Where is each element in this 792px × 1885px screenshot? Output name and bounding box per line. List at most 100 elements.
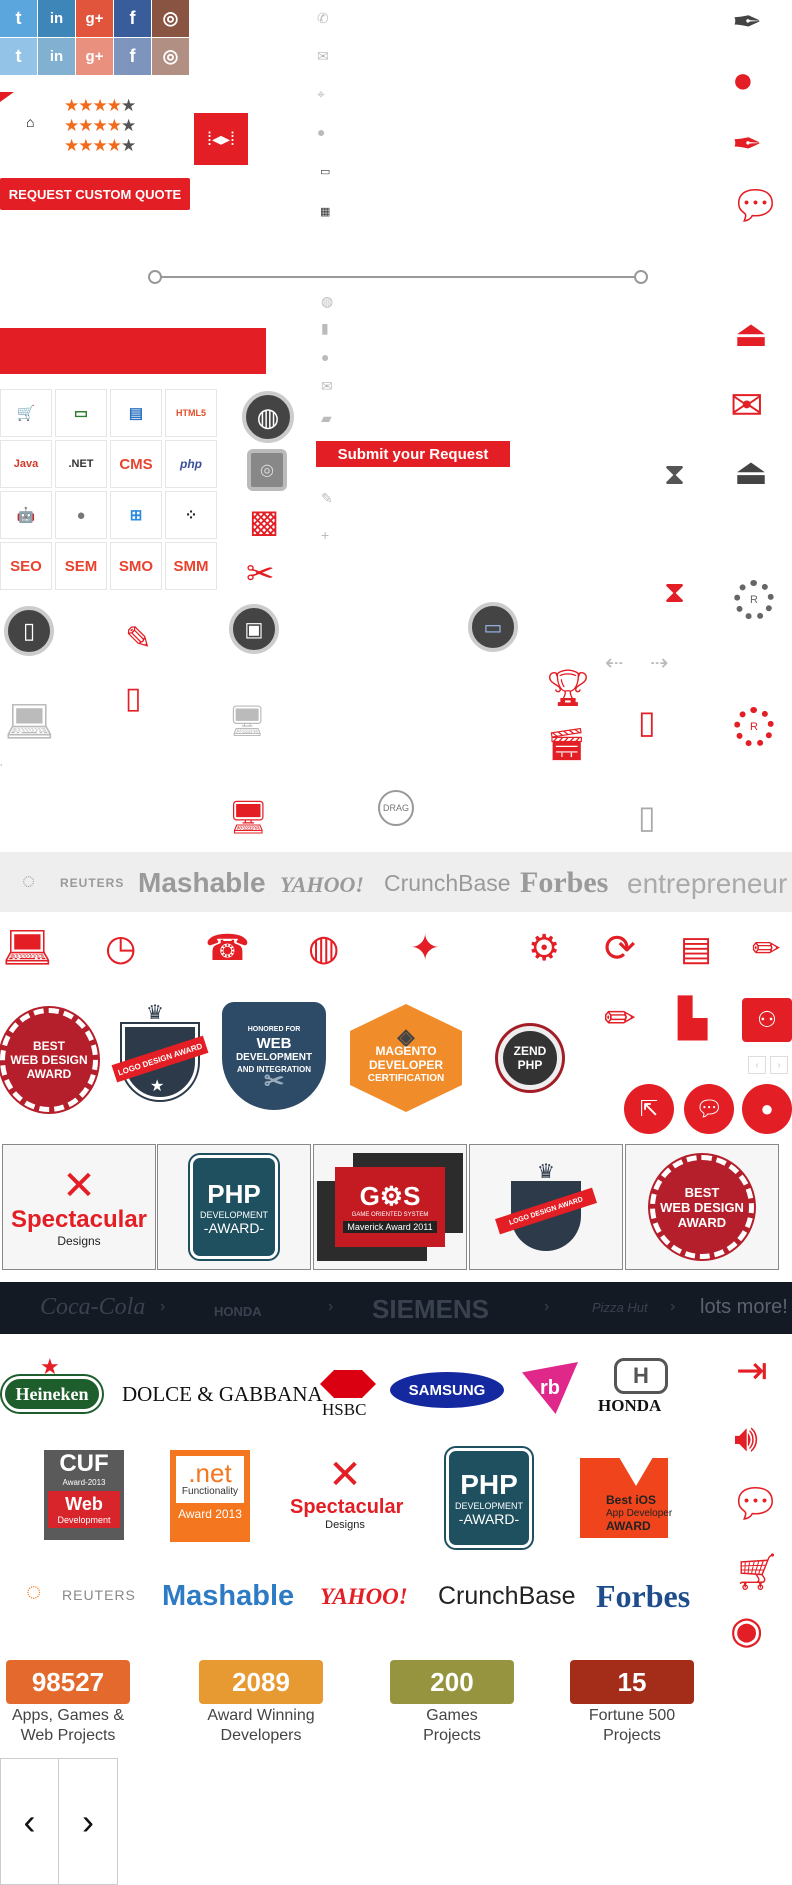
- user-icon: ●: [317, 124, 326, 140]
- design-tools-icon: ✏: [604, 998, 636, 1040]
- red-banner: [0, 328, 266, 374]
- chat-icon[interactable]: 💬︎: [684, 1084, 734, 1134]
- pen-tool-red-icon: ✒: [732, 123, 763, 164]
- globe-icon: ◍: [321, 293, 334, 309]
- drag-handle[interactable]: DRAG: [378, 790, 414, 826]
- stat-developers-value: 2089: [199, 1660, 323, 1704]
- monitor-edit-icon: ▭: [468, 602, 518, 652]
- facebook-icon[interactable]: f: [114, 0, 151, 37]
- design-tools-icon: ✏: [752, 930, 781, 968]
- trophy-icon: 🏆︎: [545, 667, 591, 708]
- instagram-icon[interactable]: ◎: [152, 0, 189, 37]
- apple-icon: ●: [55, 491, 107, 539]
- twitter-icon[interactable]: t: [0, 38, 37, 75]
- submit-request-button[interactable]: Submit your Request: [316, 441, 510, 467]
- news-icon: ▤: [110, 389, 162, 437]
- reuters-icon: ◌: [22, 868, 36, 893]
- prev-small-button[interactable]: ‹: [748, 1056, 766, 1074]
- ios-award-logo: Best iOS App Developer AWARD: [580, 1452, 672, 1538]
- hsbc-logo: HSBC: [322, 1400, 367, 1419]
- edit-icon: ✎: [321, 490, 333, 506]
- range-slider[interactable]: [148, 270, 648, 284]
- lots-more-label[interactable]: lots more!: [700, 1296, 788, 1319]
- laptop-code-icon: 💻︎: [2, 926, 53, 970]
- home-icon: ⌂: [26, 114, 35, 130]
- mail-icon: ✉: [321, 378, 333, 394]
- share-icon[interactable]: ⇱: [624, 1084, 674, 1134]
- googleplus-icon[interactable]: g+: [76, 38, 113, 75]
- logo-design-award-badge: ♛ LOGO DESIGN AWARD ★: [111, 1000, 209, 1110]
- best-web-design-award-box: BEST WEB DESIGN AWARD: [625, 1144, 779, 1270]
- heineken-logo: Heineken: [2, 1376, 102, 1412]
- request-quote-button[interactable]: REQUEST CUSTOM QUOTE: [0, 178, 190, 210]
- stat-fortune-label: Fortune 500 Projects: [588, 1707, 676, 1744]
- open-mail-icon: ✉: [730, 384, 764, 428]
- reuters-icon: ◌: [26, 1576, 42, 1606]
- prev-button[interactable]: ‹: [0, 1758, 59, 1885]
- cuf-award-logo: CUF Award-2013 Web Development: [44, 1450, 124, 1540]
- tablet-tap-icon: ▯: [125, 682, 142, 715]
- easel-dark-icon: ⏏: [734, 451, 769, 492]
- seo-tile: SEO: [0, 542, 52, 590]
- linkedin-icon[interactable]: in: [38, 38, 75, 75]
- slider-arrows-icon[interactable]: ⁞◂▸⁞: [194, 113, 248, 165]
- linkedin-icon[interactable]: in: [38, 0, 75, 37]
- honda-icon: H: [614, 1358, 668, 1394]
- yahoo-logo: YAHOO!: [320, 1584, 408, 1609]
- arrow-right-icon[interactable]: ⇢: [650, 650, 668, 676]
- entrepreneur-logo: entrepreneur: [627, 868, 788, 899]
- instagram-icon[interactable]: ◎: [152, 38, 189, 75]
- stat-developers-label: Award Winning Developers: [207, 1707, 315, 1744]
- cart-icon: 🛒: [0, 389, 52, 437]
- aperture-red-icon: R: [734, 707, 774, 747]
- devices-icon: ▣: [229, 604, 279, 654]
- chevron-left-icon: ‹: [23, 1800, 36, 1842]
- reuters-logo: REUTERS: [62, 1587, 136, 1603]
- easel-icon: ⏏: [734, 313, 769, 354]
- magento-certification-badge: ◈ MAGENTO DEVELOPER CERTIFICATION: [350, 1004, 462, 1112]
- laptop-icon: 💻︎: [4, 700, 55, 744]
- html5-icon: HTML5: [165, 389, 217, 437]
- web-search-icon: ▤: [680, 930, 713, 968]
- hsbc-icon: [320, 1370, 376, 1398]
- stat-projects-label: Apps, Games & Web Projects: [11, 1707, 125, 1744]
- stat-games-label: Games Projects: [423, 1707, 481, 1744]
- php-icon: php: [165, 440, 217, 488]
- facebook-icon[interactable]: f: [114, 38, 151, 75]
- speech-bubble-icon: 💬︎: [730, 1482, 781, 1526]
- chevron-right-icon: ›: [670, 1298, 676, 1315]
- forbes-logo: Forbes: [520, 866, 609, 899]
- tablet-settings-gray-icon: ▯: [638, 799, 656, 835]
- arrow-left-icon[interactable]: ⇠: [605, 650, 623, 676]
- yahoo-logo: YAHOO!: [280, 872, 364, 897]
- dotnet-icon: .NET: [55, 440, 107, 488]
- refresh-icon: ⟳: [604, 928, 636, 970]
- calendar-icon: ▦: [320, 206, 331, 218]
- next-button[interactable]: ›: [58, 1758, 118, 1885]
- pen-tool-icon: ✒: [732, 1, 763, 42]
- hourglass-icon: ⧗: [664, 458, 686, 491]
- team-icon: ⚇: [742, 998, 792, 1042]
- support-agent-icon[interactable]: ●: [742, 1084, 792, 1134]
- twitter-icon[interactable]: t: [0, 0, 37, 37]
- eye-icon: ◉: [730, 1610, 764, 1652]
- spectacular-designs-logo: ✕ Spectacular Designs: [290, 1453, 404, 1531]
- note-edit-icon: ✎: [125, 620, 152, 656]
- phone-icon: ✆: [317, 10, 329, 26]
- net-award-logo: .net Functionality Award 2013: [170, 1450, 250, 1542]
- googleplus-icon[interactable]: g+: [76, 0, 113, 37]
- chevron-right-icon: ›: [82, 1800, 94, 1842]
- clapperboard-icon: 🎬︎: [546, 726, 587, 762]
- star-icon: ★: [40, 1354, 60, 1379]
- stat-projects-value: 98527: [6, 1660, 130, 1704]
- location-icon: ⌖: [317, 86, 325, 102]
- next-small-button[interactable]: ›: [770, 1056, 788, 1074]
- support-agent-icon: ●: [732, 59, 754, 100]
- network-globe-icon: ◍: [308, 927, 340, 968]
- tools-icon: ✂: [263, 1068, 285, 1095]
- magic-wand-icon: ✦: [410, 927, 441, 968]
- honda-logo: HONDA: [214, 1304, 262, 1319]
- php-development-award: PHP DEVELOPMENT -AWARD-: [157, 1144, 311, 1270]
- media-strip-gray: ◌ REUTERS Mashable YAHOO! CrunchBase For…: [0, 852, 792, 912]
- file-settings-icon: ⚙: [528, 927, 561, 968]
